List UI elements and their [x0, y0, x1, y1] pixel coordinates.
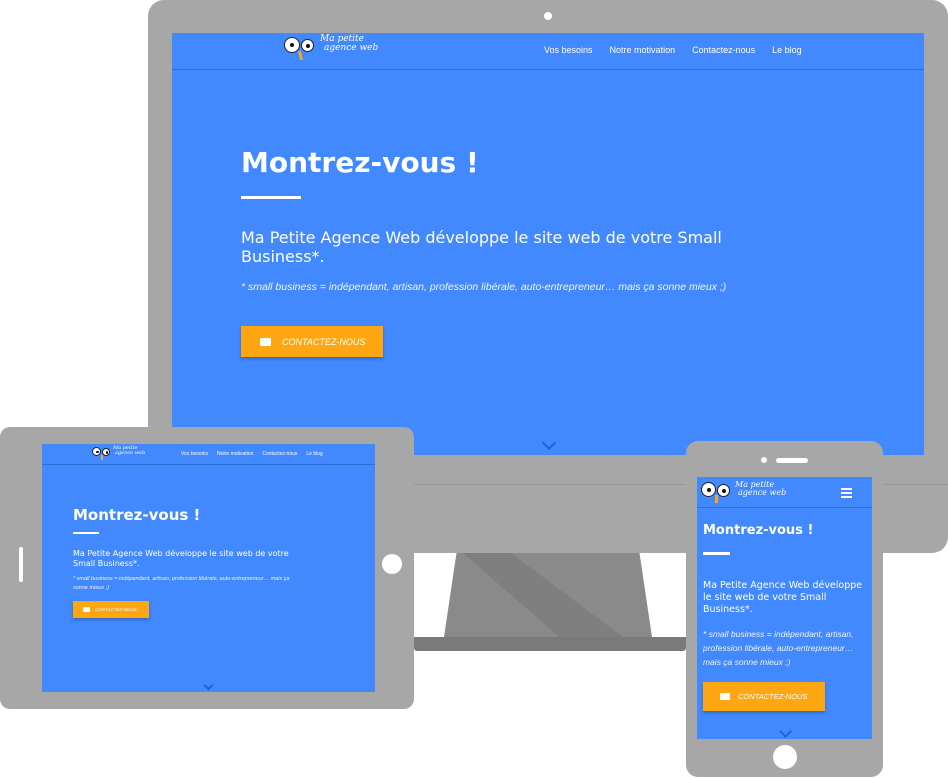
hero-divider [241, 196, 301, 199]
nav-link-contactez-nous[interactable]: Contactez-nous [262, 451, 297, 457]
tablet-side-button [19, 547, 23, 581]
nav-link-vos-besoins[interactable]: Vos besoins [181, 451, 208, 457]
cta-label: CONTACTEZ-NOUS [282, 336, 366, 347]
contact-cta-button[interactable]: CONTACTEZ-NOUS [241, 326, 383, 357]
phone-camera [761, 457, 767, 463]
contact-cta-button[interactable]: CONTACTEZ-NOUS [73, 601, 149, 618]
site-header: Ma petite agence web [697, 477, 872, 508]
hero-title: Montrez-vous ! [73, 506, 201, 524]
site-logo[interactable]: Ma petite agence web [701, 480, 787, 503]
hero-subtitle: Ma Petite Agence Web développe le site w… [703, 580, 863, 615]
cta-label: CONTACTEZ-NOUS [738, 692, 808, 701]
nav-link-notre-motivation[interactable]: Notre motivation [610, 45, 676, 55]
site-header: Ma petite agence web Vos besoins Notre m… [172, 33, 924, 70]
chevron-down-icon[interactable] [779, 725, 792, 738]
monitor-stand-base [414, 637, 686, 651]
nav-link-le-blog[interactable]: Le blog [306, 451, 322, 457]
desktop-screen: Ma petite agence web Vos besoins Notre m… [172, 33, 924, 455]
hero-subtitle: Ma Petite Agence Web développe le site w… [241, 228, 722, 266]
tablet-home-button [382, 554, 402, 574]
hero-note: * small business = indépendant, artisan,… [703, 629, 854, 667]
phone-home-button [773, 745, 797, 769]
phone-speaker [776, 458, 808, 463]
site-header: Ma petite agence web Vos besoins Notre m… [42, 444, 375, 465]
hamburger-menu-icon[interactable] [841, 488, 852, 500]
logo-owl-icon [92, 446, 110, 460]
hero-note: * small business = indépendant, artisan,… [73, 576, 290, 591]
logo-text: Ma petite agence web [735, 480, 787, 498]
contact-cta-button[interactable]: CONTACTEZ-NOUS [703, 682, 825, 711]
hero-title: Montrez-vous ! [703, 523, 814, 538]
hero-divider [703, 552, 730, 555]
envelope-icon [720, 693, 730, 700]
chevron-down-icon[interactable] [203, 680, 214, 691]
hero-note: * small business = indépendant, artisan,… [241, 281, 727, 293]
logo-text: Ma petite agence web [113, 445, 146, 457]
hero-subtitle: Ma Petite Agence Web développe le site w… [73, 549, 289, 568]
nav-link-contactez-nous[interactable]: Contactez-nous [692, 45, 755, 55]
site-logo[interactable]: Ma petite agence web [92, 445, 146, 460]
hero-title: Montrez-vous ! [241, 146, 479, 179]
nav-link-notre-motivation[interactable]: Notre motivation [217, 451, 253, 457]
main-nav: Vos besoins Notre motivation Contactez-n… [544, 45, 802, 55]
hero-divider [73, 532, 99, 534]
site-logo[interactable]: Ma petite agence web [284, 34, 379, 61]
envelope-icon [83, 607, 90, 612]
chevron-down-icon[interactable] [541, 435, 557, 451]
main-nav: Vos besoins Notre motivation Contactez-n… [181, 451, 323, 457]
nav-link-vos-besoins[interactable]: Vos besoins [544, 45, 593, 55]
logo-owl-icon [284, 37, 314, 61]
logo-text: Ma petite agence web [320, 34, 379, 54]
tablet-camera [19, 578, 23, 582]
phone-screen: Ma petite agence web Montrez-vous ! Ma P… [697, 477, 872, 739]
nav-link-le-blog[interactable]: Le blog [772, 45, 802, 55]
tablet-screen: Ma petite agence web Vos besoins Notre m… [42, 444, 375, 692]
envelope-icon [260, 337, 271, 346]
monitor-camera [544, 12, 552, 20]
cta-label: CONTACTEZ-NOUS [95, 607, 137, 612]
logo-owl-icon [701, 481, 730, 503]
